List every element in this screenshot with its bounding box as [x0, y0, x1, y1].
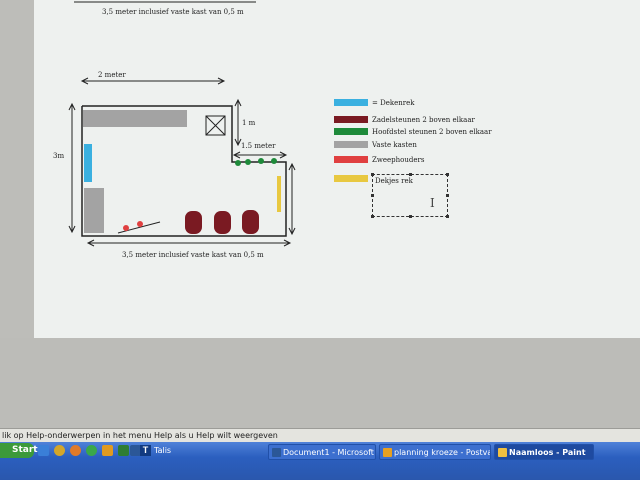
saddle-rack [214, 211, 231, 234]
legend-label: Hoofdstel steunen 2 boven elkaar [372, 128, 492, 136]
taskbar-item-word[interactable]: Document1 - Microsoft ... [268, 444, 376, 460]
chrome-icon[interactable] [86, 445, 97, 456]
resize-handle[interactable] [446, 194, 449, 197]
ie-icon[interactable] [38, 445, 49, 456]
taskbar-item-label: Document1 - Microsoft ... [283, 448, 376, 457]
floorplan-drawing: 3,5 meter inclusief vaste kast van 0,5 m… [53, 1, 296, 259]
resize-handle[interactable] [371, 194, 374, 197]
saddle-rack [185, 211, 202, 234]
legend-label: = Dekenrek [372, 99, 415, 107]
step-dimension: 1.5 meter [232, 142, 288, 159]
text-box-content: Dekjes rek [375, 177, 413, 185]
right-dimension-label: 1 m [242, 119, 256, 127]
resize-handle[interactable] [409, 215, 412, 218]
text-input-box[interactable]: Dekjes rek [371, 173, 449, 218]
resize-handle[interactable] [409, 173, 412, 176]
blanket-rack [84, 144, 92, 182]
legend-swatch [334, 128, 368, 135]
word-icon [272, 448, 281, 457]
height-label: 3m [53, 152, 64, 160]
firefox-icon[interactable] [70, 445, 81, 456]
width-dimension: 2 meter [80, 71, 226, 85]
resize-handle[interactable] [446, 173, 449, 176]
top-dimension-label: 3,5 meter inclusief vaste kast van 0,5 m [102, 8, 244, 16]
right-dimension: 1 m [234, 98, 256, 147]
legend-swatch [334, 141, 368, 148]
height-dimension: 3m [53, 102, 76, 234]
legend-swatch [334, 99, 368, 106]
taskbar-item-label: Naamloos - Paint [509, 448, 586, 457]
fixed-cabinet-top [83, 110, 187, 127]
legend-label: Zweephouders [372, 156, 425, 164]
right-side-dimension [288, 162, 296, 236]
resize-handle[interactable] [446, 215, 449, 218]
resize-handle[interactable] [371, 173, 374, 176]
legend-label: Zadelsteunen 2 boven elkaar [372, 116, 475, 124]
width-label: 2 meter [98, 71, 126, 79]
resize-handle[interactable] [371, 215, 374, 218]
excel-icon[interactable] [118, 445, 129, 456]
saddle-rack [242, 210, 259, 234]
outlook-icon [383, 448, 392, 457]
bottom-dimension-label: 3,5 meter inclusief vaste kast van 0,5 m [122, 251, 264, 259]
whip-holders [117, 221, 161, 234]
fixed-cabinet-left [84, 188, 104, 233]
legend-swatch [334, 116, 368, 123]
taskbar-item-label: planning kroeze - Postva... [394, 448, 491, 457]
start-button[interactable]: Start [0, 443, 38, 458]
talis-icon[interactable]: T [140, 445, 151, 456]
paint-icon [498, 448, 507, 457]
step-dimension-label: 1.5 meter [241, 142, 276, 150]
cabinet-x-box [205, 115, 226, 136]
top-dimension: 3,5 meter inclusief vaste kast van 0,5 m [74, 1, 256, 16]
status-bar: lik op Help-onderwerpen in het menu Help… [0, 428, 640, 443]
legend-swatch [334, 156, 368, 163]
outlook-icon[interactable] [102, 445, 113, 456]
talis-label[interactable]: Talis [154, 446, 171, 455]
chrome-icon[interactable] [54, 445, 65, 456]
text-cursor-icon: I [430, 196, 435, 210]
canvas-workspace-area [0, 338, 640, 428]
bottom-dimension: 3,5 meter inclusief vaste kast van 0,5 m [86, 239, 292, 259]
taskbar-item-paint[interactable]: Naamloos - Paint [494, 444, 594, 460]
legend-label: Vaste kasten [372, 141, 417, 149]
yellow-rack [277, 176, 281, 212]
legend-swatch [334, 175, 368, 182]
taskbar-item-outlook[interactable]: planning kroeze - Postva... [379, 444, 491, 460]
